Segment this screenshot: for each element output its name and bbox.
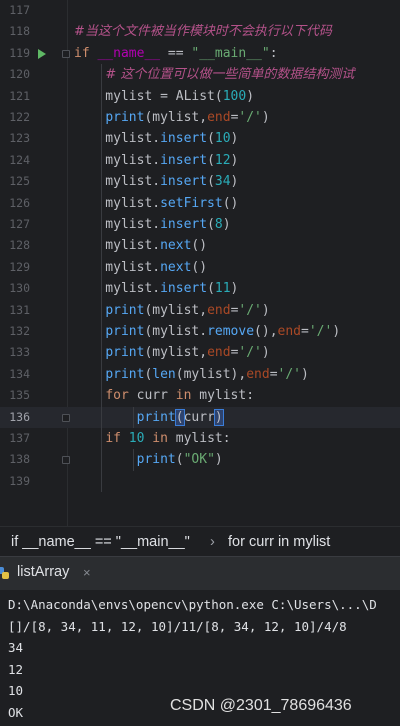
line-number: 126 bbox=[9, 195, 30, 210]
line-number: 129 bbox=[9, 259, 30, 274]
code-line[interactable]: 126 mylist.setFirst() bbox=[0, 193, 400, 214]
line-number: 128 bbox=[9, 238, 30, 253]
code-text[interactable]: print(mylist,end='/') bbox=[74, 342, 269, 363]
breadcrumb-separator: › bbox=[210, 534, 215, 550]
code-text[interactable]: mylist.insert(11) bbox=[74, 278, 238, 299]
run-tab-label: listArray bbox=[17, 564, 70, 580]
line-number: 125 bbox=[9, 174, 30, 189]
line-number: 121 bbox=[9, 88, 30, 103]
code-line[interactable]: 128 mylist.next() bbox=[0, 235, 400, 256]
code-line[interactable]: 136 print(curr) bbox=[0, 406, 400, 428]
run-tab-listarray[interactable]: listArray × bbox=[0, 557, 108, 590]
line-number: 135 bbox=[9, 388, 30, 403]
line-number: 122 bbox=[9, 110, 30, 124]
line-number: 130 bbox=[9, 281, 30, 296]
code-text[interactable]: print(curr) bbox=[74, 407, 224, 428]
code-text[interactable]: mylist.next() bbox=[74, 257, 207, 278]
code-text[interactable]: print(mylist,end='/') bbox=[74, 107, 269, 128]
code-line[interactable]: 131 print(mylist,end='/') bbox=[0, 300, 400, 321]
console-line: OK bbox=[8, 704, 24, 720]
code-line[interactable]: 117 bbox=[0, 0, 400, 21]
breadcrumb-item-for-loop[interactable]: for curr in mylist bbox=[228, 527, 330, 557]
line-number: 117 bbox=[9, 3, 30, 17]
code-text[interactable]: #当这个文件被当作模块时不会执行以下代码 bbox=[74, 21, 332, 42]
code-text[interactable]: if __name__ == "__main__": bbox=[74, 43, 278, 64]
close-icon[interactable]: × bbox=[83, 565, 91, 580]
code-text[interactable]: print("OK") bbox=[74, 449, 223, 470]
indent-guide bbox=[101, 64, 102, 493]
line-number: 124 bbox=[9, 152, 30, 167]
code-line[interactable]: 121 mylist = AList(100) bbox=[0, 86, 400, 107]
breadcrumb: if __name__ == "__main__" › for curr in … bbox=[0, 526, 400, 556]
console-line: []/[8, 34, 11, 12, 10]/11/[8, 34, 12, 10… bbox=[8, 618, 347, 634]
code-line[interactable]: 127 mylist.insert(8) bbox=[0, 214, 400, 235]
fold-marker-icon[interactable] bbox=[62, 413, 70, 422]
breadcrumb-item-if-main[interactable]: if __name__ == "__main__" bbox=[11, 527, 190, 557]
code-text[interactable]: mylist.next() bbox=[74, 235, 207, 256]
code-text[interactable]: mylist.insert(34) bbox=[74, 171, 238, 192]
line-number: 133 bbox=[9, 345, 30, 360]
code-text[interactable]: mylist.insert(8) bbox=[74, 214, 230, 235]
python-icon bbox=[0, 567, 9, 579]
line-number: 123 bbox=[9, 131, 30, 146]
code-line[interactable]: 124 mylist.insert(12) bbox=[0, 150, 400, 171]
line-number: 120 bbox=[9, 67, 30, 82]
line-number: 127 bbox=[9, 217, 30, 231]
code-line[interactable]: 119 if __name__ == "__main__": bbox=[0, 43, 400, 64]
console-line: D:\Anaconda\envs\opencv\python.exe C:\Us… bbox=[8, 597, 377, 612]
line-number: 119 bbox=[9, 45, 30, 60]
line-number: 136 bbox=[9, 409, 30, 424]
code-line[interactable]: 118 #当这个文件被当作模块时不会执行以下代码 bbox=[0, 21, 400, 42]
code-line[interactable]: 129 mylist.next() bbox=[0, 257, 400, 278]
code-line[interactable]: 125 mylist.insert(34) bbox=[0, 171, 400, 192]
code-line[interactable]: 139 bbox=[0, 471, 400, 492]
run-gutter-icon[interactable] bbox=[38, 48, 46, 59]
code-line[interactable]: 133 print(mylist,end='/') bbox=[0, 342, 400, 363]
code-editor[interactable]: 117 118 #当这个文件被当作模块时不会执行以下代码 119 if __name__… bbox=[0, 0, 400, 526]
indent-guide bbox=[133, 406, 134, 428]
code-text[interactable]: print(len(mylist),end='/') bbox=[74, 364, 309, 385]
code-line[interactable]: 134 print(len(mylist),end='/') bbox=[0, 364, 400, 385]
code-line[interactable]: 137 if 10 in mylist: bbox=[0, 428, 400, 449]
line-number: 138 bbox=[9, 452, 30, 467]
code-text[interactable]: print(mylist,end='/') bbox=[74, 300, 269, 321]
line-number: 132 bbox=[9, 324, 30, 338]
line-number: 134 bbox=[9, 366, 30, 381]
fold-marker-icon[interactable] bbox=[62, 456, 70, 465]
code-line[interactable]: 122 print(mylist,end='/') bbox=[0, 107, 400, 128]
code-line[interactable]: 123 mylist.insert(10) bbox=[0, 128, 400, 149]
indent-guide bbox=[133, 449, 134, 471]
console-line: 12 bbox=[8, 661, 24, 677]
code-text[interactable]: mylist.insert(12) bbox=[74, 150, 238, 171]
code-text[interactable]: mylist.setFirst() bbox=[74, 193, 238, 214]
code-text[interactable]: # 这个位置可以做一些简单的数据结构测试 bbox=[74, 64, 354, 85]
console-line: 10 bbox=[8, 683, 24, 698]
line-number: 139 bbox=[9, 473, 30, 488]
watermark-text: CSDN @2301_78696436 bbox=[170, 697, 352, 714]
run-tool-window-header: listArray × bbox=[0, 556, 400, 590]
code-text[interactable]: if 10 in mylist: bbox=[74, 428, 230, 449]
code-line[interactable]: 132 print(mylist.remove(),end='/') bbox=[0, 321, 400, 342]
line-number: 118 bbox=[9, 24, 30, 39]
line-number: 131 bbox=[9, 302, 30, 317]
code-line[interactable]: 138 print("OK") bbox=[0, 449, 400, 470]
code-line[interactable]: 120 # 这个位置可以做一些简单的数据结构测试 bbox=[0, 64, 400, 85]
fold-marker-icon[interactable] bbox=[62, 49, 70, 58]
code-line[interactable]: 135 for curr in mylist: bbox=[0, 385, 400, 406]
console-line: 34 bbox=[8, 640, 24, 655]
code-text[interactable]: print(mylist.remove(),end='/') bbox=[74, 321, 340, 342]
code-line[interactable]: 130 mylist.insert(11) bbox=[0, 278, 400, 299]
code-text[interactable]: mylist.insert(10) bbox=[74, 128, 238, 149]
line-number: 137 bbox=[9, 431, 30, 445]
